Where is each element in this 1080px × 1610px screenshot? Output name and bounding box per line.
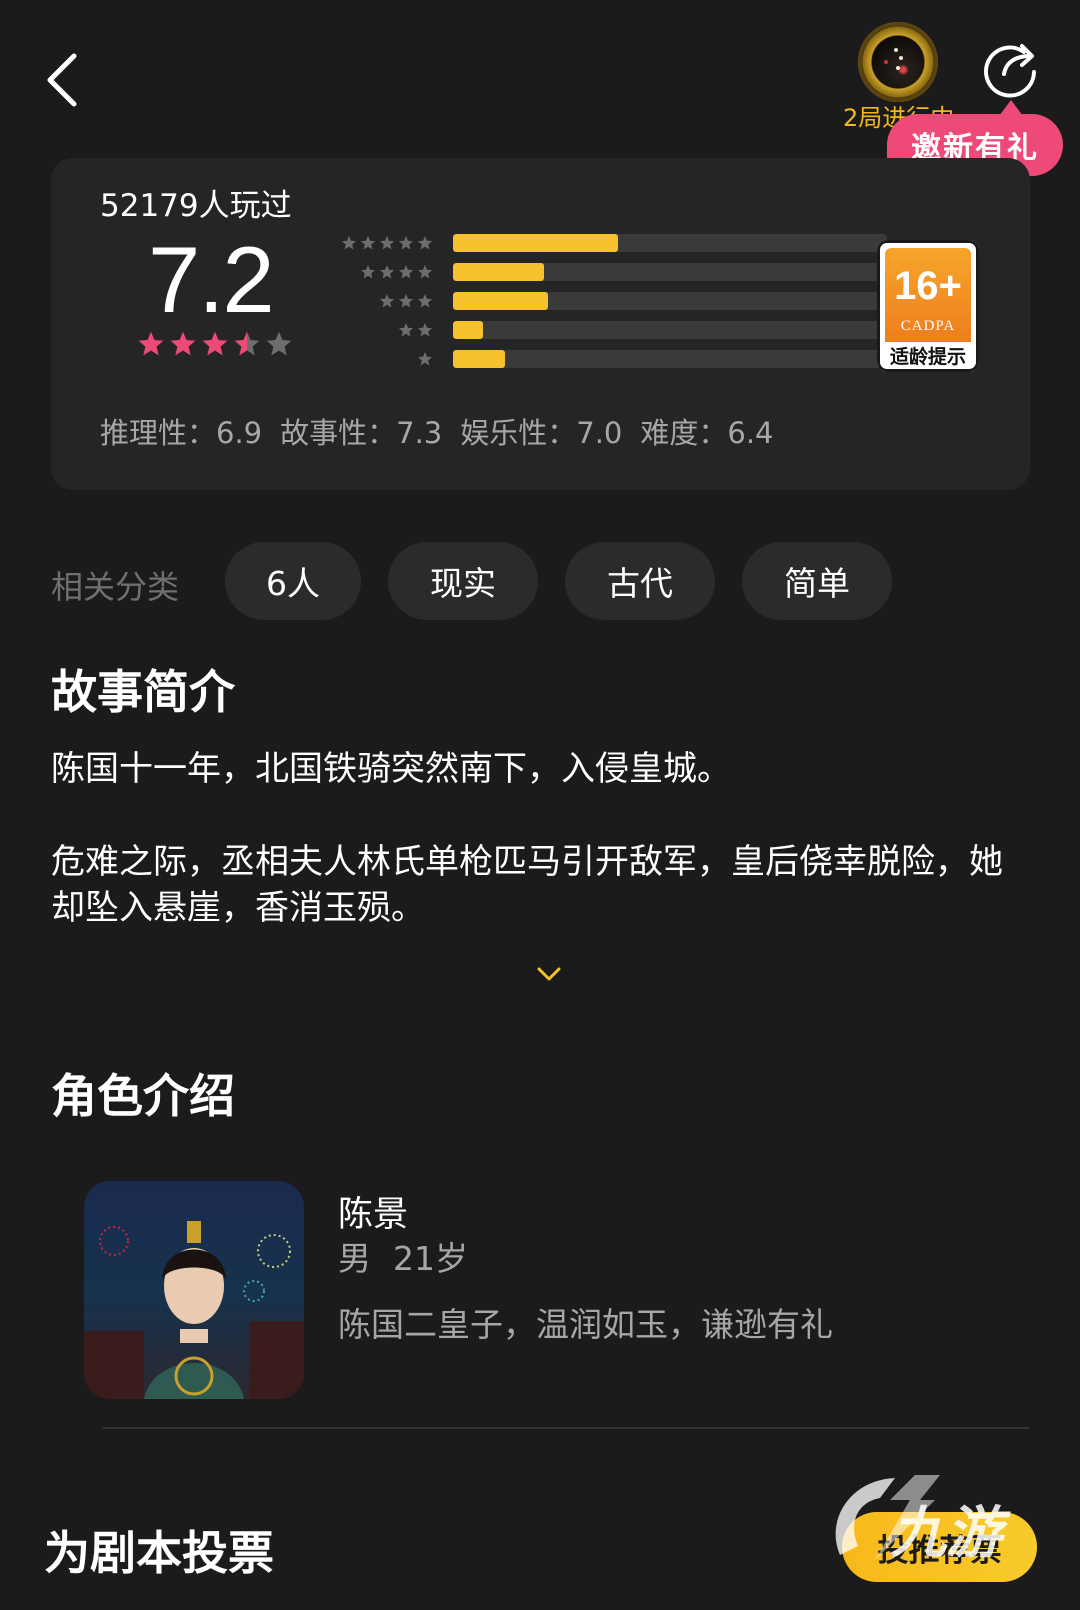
small-star-icon — [398, 235, 414, 251]
small-star-icon — [379, 293, 395, 309]
story-paragraph: 陈国十一年，北国铁骑突然南下，入侵皇城。 — [51, 749, 731, 789]
small-star-icon — [417, 351, 433, 367]
distribution-stars — [287, 293, 433, 309]
character-age: 21岁 — [393, 1239, 468, 1278]
small-star-icon — [341, 235, 357, 251]
character-gender: 男 — [338, 1239, 371, 1278]
small-star-icon — [398, 322, 414, 338]
tag-chip[interactable]: 6人 — [225, 542, 361, 620]
small-star-icon — [417, 264, 433, 280]
dimension-score: 推理性：6.9 — [100, 416, 263, 450]
share-icon — [984, 44, 1036, 98]
tags-label: 相关分类 — [51, 568, 180, 606]
tag-chip[interactable]: 古代 — [565, 542, 715, 620]
star-icon — [201, 330, 229, 358]
small-star-icon — [379, 235, 395, 251]
dimension-scores: 推理性：6.9 故事性：7.3 娱乐性：7.0 难度：6.4 — [100, 410, 774, 452]
distribution-bar — [453, 292, 887, 310]
dimension-score: 故事性：7.3 — [280, 416, 443, 450]
age-rating-org: CADPA — [900, 318, 956, 334]
story-title: 故事简介 — [51, 665, 235, 719]
dimension-score: 难度：6.4 — [640, 416, 774, 450]
game-avatar[interactable] — [858, 22, 938, 102]
distribution-stars — [287, 235, 433, 251]
distribution-stars — [287, 264, 433, 280]
distribution-stars — [287, 351, 433, 367]
character-name: 陈景 — [338, 1195, 409, 1235]
distribution-bar-fill — [453, 292, 549, 310]
distribution-bar — [453, 321, 887, 339]
distribution-bar-fill — [453, 350, 506, 368]
tag-chip[interactable]: 简单 — [742, 542, 892, 620]
chevron-down-icon — [537, 967, 561, 981]
star-icon — [169, 330, 197, 358]
rating-score: 7.2 — [148, 227, 275, 332]
small-star-icon — [360, 264, 376, 280]
small-star-icon — [360, 235, 376, 251]
distribution-stars — [287, 322, 433, 338]
character-description: 陈国二皇子，温润如玉，谦逊有礼 — [338, 1305, 833, 1344]
story-paragraph: 危难之际，丞相夫人林氏单枪匹马引开敌军，皇后侥幸脱险，她却坠入悬崖，香消玉殒。 — [51, 842, 1003, 928]
star-icon — [137, 330, 165, 358]
distribution-bar — [453, 350, 887, 368]
small-star-icon — [417, 235, 433, 251]
score-stars — [137, 330, 293, 358]
tag-chip[interactable]: 现实 — [388, 542, 538, 620]
share-button[interactable] — [980, 38, 1040, 98]
dimension-score: 娱乐性：7.0 — [460, 416, 623, 450]
expand-story-button[interactable] — [535, 964, 563, 984]
characters-title: 角色介绍 — [51, 1069, 235, 1123]
rating-card: 52179人玩过 7.2 16+ CADPA 适龄提示 推理性：6.9 故事性：… — [51, 158, 1030, 490]
distribution-bar — [453, 263, 887, 281]
back-button[interactable] — [40, 48, 90, 108]
age-rating-badge: 16+ CADPA 适龄提示 — [877, 240, 979, 372]
age-rating-number: 16+ — [894, 264, 962, 308]
played-count: 52179人玩过 — [100, 188, 292, 224]
divider — [103, 1427, 1029, 1429]
back-arrow-icon — [47, 53, 77, 107]
distribution-bar — [453, 234, 887, 252]
small-star-icon — [417, 322, 433, 338]
small-star-icon — [398, 293, 414, 309]
watermark-text: 九游 — [890, 1501, 1002, 1566]
age-rating-tip: 适龄提示 — [889, 346, 966, 368]
character-portrait[interactable] — [84, 1181, 304, 1399]
distribution-bar-fill — [453, 234, 618, 252]
distribution-bar-fill — [453, 263, 545, 281]
avatar-image — [872, 36, 924, 88]
small-star-icon — [379, 264, 395, 280]
vote-title: 为剧本投票 — [44, 1526, 274, 1580]
star-icon — [233, 330, 261, 358]
distribution-bar-fill — [453, 321, 484, 339]
small-star-icon — [417, 293, 433, 309]
character-meta: 男 21岁 — [338, 1232, 468, 1280]
small-star-icon — [398, 264, 414, 280]
